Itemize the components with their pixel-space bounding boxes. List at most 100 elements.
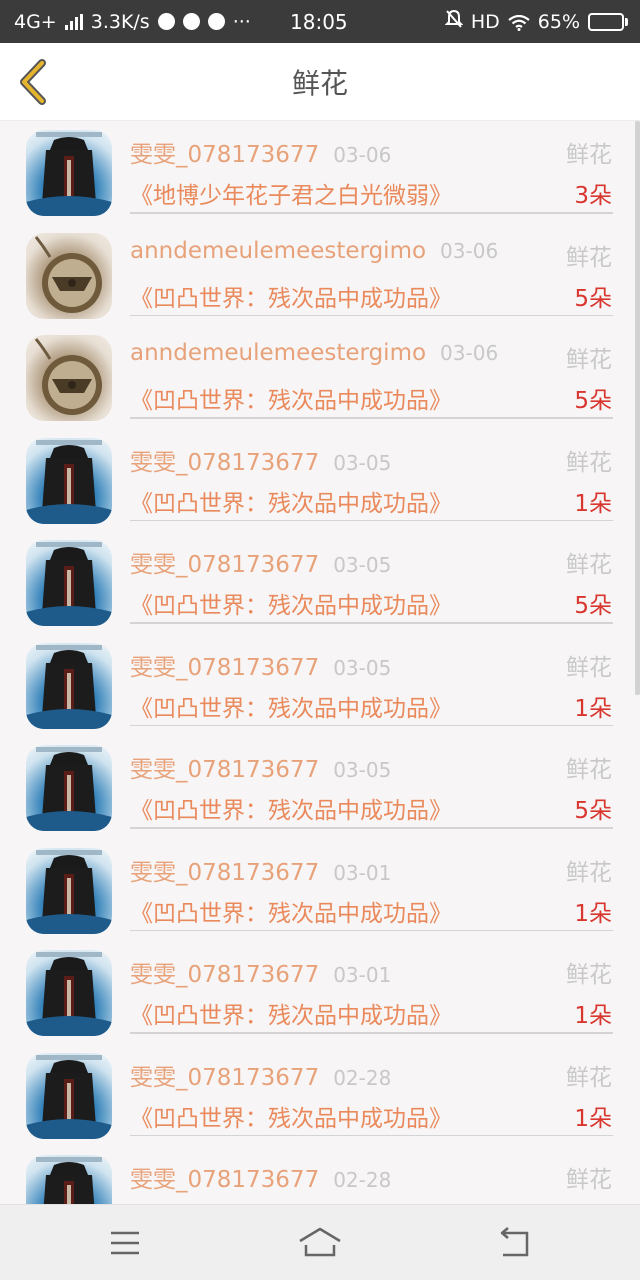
list-item[interactable]: 雯雯_078173677 02-28 鲜花 xyxy=(0,1146,640,1204)
user-name-text[interactable]: 雯雯_078173677 xyxy=(130,860,319,886)
user-name[interactable]: anndemeulemeestergimo 03-06 xyxy=(130,238,498,264)
user-name[interactable]: 雯雯_078173677 03-05 xyxy=(130,443,391,477)
flower-count: 1朵 xyxy=(574,490,612,517)
user-name-text[interactable]: 雯雯_078173677 xyxy=(130,757,319,783)
work-title[interactable]: 《凹凸世界：残次品中成功品》 xyxy=(130,586,452,620)
signal-icon xyxy=(64,13,83,30)
user-name[interactable]: 雯雯_078173677 02-28 xyxy=(130,1160,391,1194)
user-name-text[interactable]: 雯雯_078173677 xyxy=(130,1167,319,1193)
user-name-text[interactable]: 雯雯_078173677 xyxy=(130,552,319,578)
clock: 18:05 xyxy=(290,9,348,34)
avatar[interactable] xyxy=(26,1052,112,1139)
divider xyxy=(130,724,613,726)
flower-count: 5朵 xyxy=(574,798,612,824)
work-title[interactable]: 《凹凸世界：残次品中成功品》 xyxy=(130,996,452,1030)
gift-date: 02-28 xyxy=(333,1168,392,1192)
app-notification-icon xyxy=(157,13,175,30)
avatar[interactable] xyxy=(26,335,112,421)
nav-home-button[interactable] xyxy=(298,1221,342,1265)
gift-type: 鲜花 xyxy=(566,757,612,783)
scrollbar[interactable] xyxy=(635,121,640,695)
user-name-text[interactable]: 雯雯_078173677 xyxy=(130,450,319,476)
list-item[interactable]: 雯雯_078173677 03-05 鲜花《凹凸世界：残次品中成功品》 5朵 xyxy=(0,531,640,634)
home-icon xyxy=(299,1227,341,1257)
work-title[interactable]: 《凹凸世界：残次品中成功品》 xyxy=(130,791,452,825)
battery-percent: 65% xyxy=(537,10,580,33)
list-item[interactable]: 雯雯_078173677 03-01 鲜花《凹凸世界：残次品中成功品》 1朵 xyxy=(0,839,640,942)
work-title[interactable]: 《凹凸世界：残次品中成功品》 xyxy=(130,1099,452,1133)
avatar[interactable] xyxy=(26,745,112,831)
system-nav-bar xyxy=(0,1204,640,1280)
battery-icon xyxy=(588,12,628,31)
list-item[interactable]: 雯雯_078173677 03-05 鲜花 《凹凸世界：残次品中成功品》 1朵 xyxy=(0,634,640,737)
user-name[interactable]: 雯雯_078173677 03-05 xyxy=(130,545,391,579)
more-notifications: ··· xyxy=(232,10,251,33)
gift-date: 03-06 xyxy=(440,341,499,365)
avatar[interactable] xyxy=(26,437,112,524)
nav-menu-button[interactable] xyxy=(103,1221,147,1265)
flower-count: 5朵 xyxy=(574,388,612,414)
divider xyxy=(130,212,613,214)
bell-muted-icon xyxy=(444,9,464,34)
user-name[interactable]: 雯雯_078173677 03-01 xyxy=(130,955,391,989)
status-bar: 4G+ 3.3K/s ··· 18:05 HD 65% xyxy=(0,0,640,43)
work-title[interactable]: 《凹凸世界：残次品中成功品》 xyxy=(130,484,452,518)
gift-date: 03-06 xyxy=(440,238,499,263)
gift-type: 鲜花 xyxy=(566,859,612,886)
flower-count: 1朵 xyxy=(574,1003,612,1029)
avatar[interactable] xyxy=(26,540,112,626)
divider xyxy=(130,622,613,624)
user-name[interactable]: 雯雯_078173677 03-05 xyxy=(130,750,391,784)
gift-type: 鲜花 xyxy=(566,449,612,476)
list-item[interactable]: anndemeulemeestergimo 03-06 鲜花 《凹凸世界：残次品中成功… xyxy=(0,326,640,429)
user-name[interactable]: 雯雯_078173677 03-05 xyxy=(130,648,391,682)
work-title[interactable]: 《凹凸世界：残次品中成功品》 xyxy=(130,894,452,928)
user-name-text[interactable]: anndemeulemeestergimo xyxy=(130,238,426,264)
list-item[interactable]: 雯雯_078173677 03-06 鲜花 《地博少年花子君之白光微弱》 3朵 xyxy=(0,121,640,224)
gift-type: 鲜花 xyxy=(566,244,612,271)
user-name[interactable]: anndemeulemeestergimo 03-06 xyxy=(130,340,498,366)
avatar[interactable] xyxy=(26,232,112,319)
list-item[interactable]: 雯雯_078173677 03-01 鲜花《凹凸世界：残次品中成功品》 1朵 xyxy=(0,941,640,1044)
user-name[interactable]: 雯雯_078173677 02-28 xyxy=(130,1058,391,1092)
gift-date: 03-05 xyxy=(333,758,392,782)
gift-type: 鲜花 xyxy=(566,552,612,578)
list-item[interactable]: anndemeulemeestergimo 03-06 鲜花《凹凸世界：残次品中成功… xyxy=(0,224,640,327)
user-name-text[interactable]: anndemeulemeestergimo xyxy=(130,340,426,366)
avatar[interactable] xyxy=(26,847,112,934)
user-name-text[interactable]: 雯雯_078173677 xyxy=(130,655,319,681)
gift-type: 鲜花 xyxy=(566,654,612,681)
list-item[interactable]: 雯雯_078173677 02-28 鲜花 《凹凸世界：残次品中成功品》 1朵 xyxy=(0,1044,640,1147)
network-type: 4G+ xyxy=(14,10,57,33)
list-item[interactable]: 雯雯_078173677 03-05 鲜花《凹凸世界：残次品中成功品》 1朵 xyxy=(0,429,640,532)
user-name[interactable]: 雯雯_078173677 03-01 xyxy=(130,853,391,887)
flower-count: 5朵 xyxy=(574,593,612,619)
divider xyxy=(130,827,613,829)
gift-list[interactable]: 雯雯_078173677 03-06 鲜花 《地博少年花子君之白光微弱》 3朵 annde… xyxy=(0,121,640,1204)
work-title[interactable]: 《凹凸世界：残次品中成功品》 xyxy=(130,689,452,723)
work-title[interactable]: 《凹凸世界：残次品中成功品》 xyxy=(130,381,452,415)
gift-type: 鲜花 xyxy=(566,962,612,988)
gift-date: 03-05 xyxy=(333,553,392,577)
gift-type: 鲜花 xyxy=(566,1064,612,1091)
nav-back-button[interactable] xyxy=(493,1221,537,1265)
user-name-text[interactable]: 雯雯_078173677 xyxy=(130,962,319,988)
avatar[interactable] xyxy=(26,1155,112,1204)
avatar[interactable] xyxy=(26,130,112,216)
list-item[interactable]: 雯雯_078173677 03-05 鲜花《凹凸世界：残次品中成功品》 5朵 xyxy=(0,736,640,839)
flower-count: 1朵 xyxy=(574,900,612,927)
status-left: 4G+ 3.3K/s ··· xyxy=(14,0,251,43)
user-name[interactable]: 雯雯_078173677 03-06 xyxy=(130,135,391,169)
user-name-text[interactable]: 雯雯_078173677 xyxy=(130,1065,319,1091)
user-name-text[interactable]: 雯雯_078173677 xyxy=(130,142,319,168)
work-title[interactable]: 《地博少年花子君之白光微弱》 xyxy=(130,176,452,210)
avatar[interactable] xyxy=(26,642,112,729)
avatar[interactable] xyxy=(26,950,112,1036)
work-title[interactable]: 《凹凸世界：残次品中成功品》 xyxy=(130,279,452,313)
divider xyxy=(130,929,613,931)
gift-date: 03-05 xyxy=(333,450,392,475)
gift-type: 鲜花 xyxy=(566,1167,612,1193)
flower-count: 3朵 xyxy=(574,183,612,209)
pinwheel-notification-icon xyxy=(182,13,200,30)
network-speed: 3.3K/s xyxy=(90,10,150,33)
